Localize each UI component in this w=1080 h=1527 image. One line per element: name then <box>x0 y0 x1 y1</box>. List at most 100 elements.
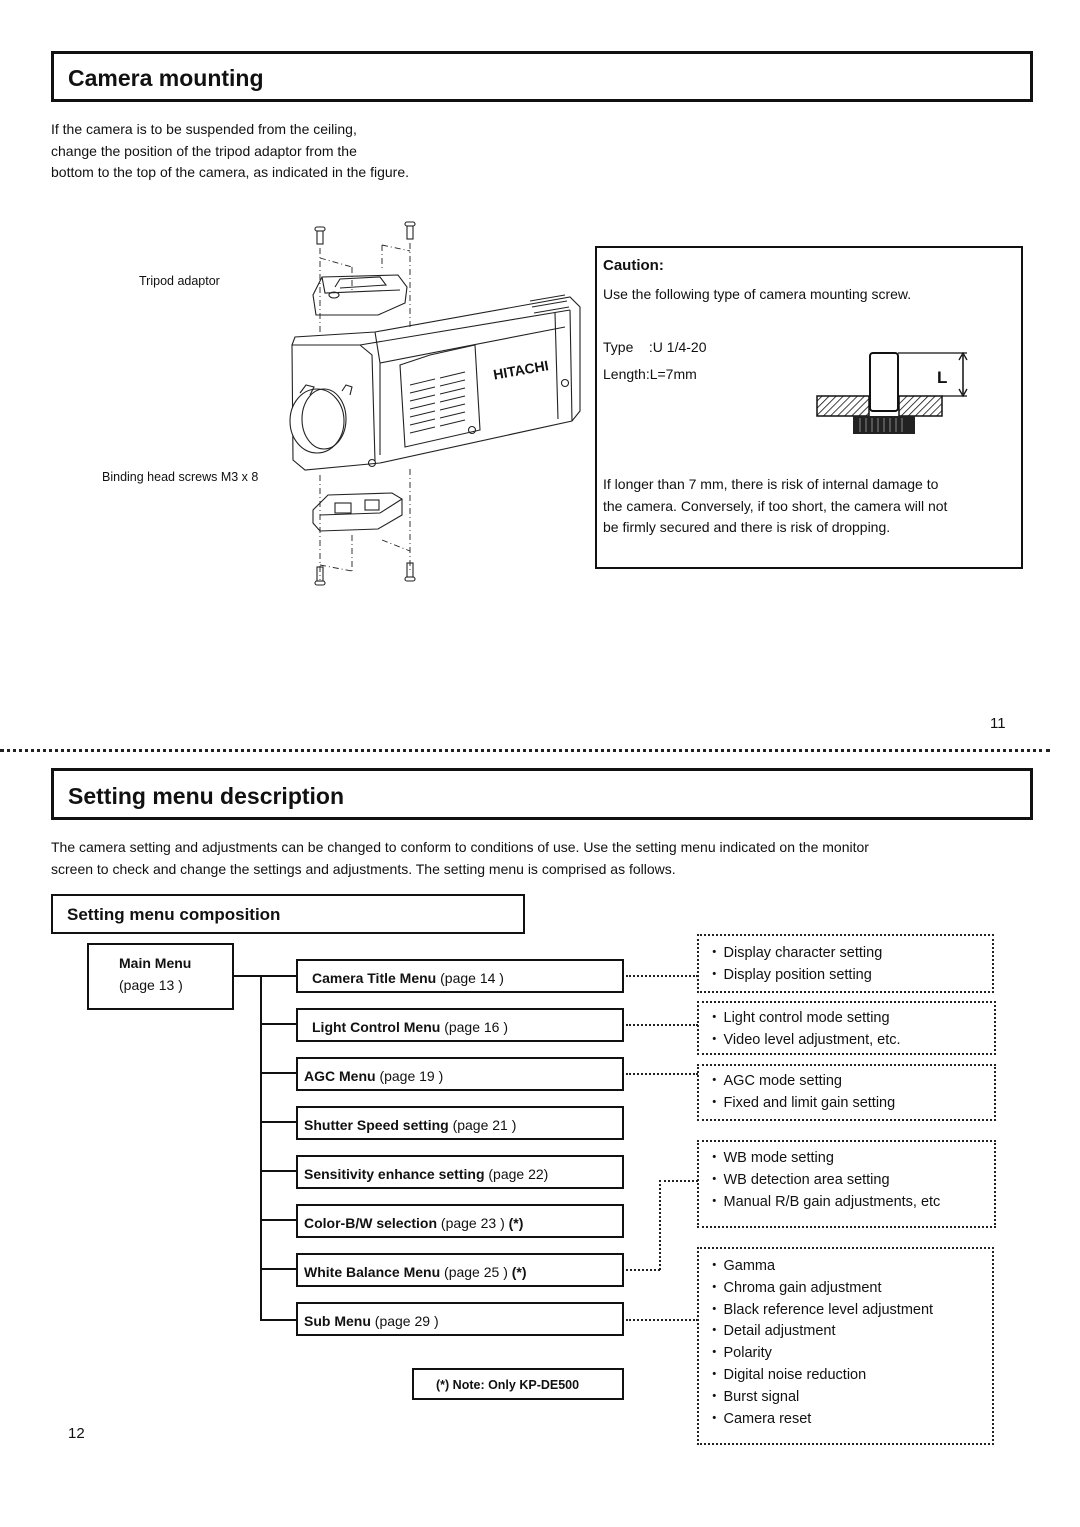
tree-connector <box>260 1072 296 1074</box>
page-number-12: 12 <box>68 1425 85 1442</box>
menu-page: (page 25 ) <box>440 1264 512 1280</box>
menu-sensitivity-enhance[interactable]: Sensitivity enhance setting (page 22) <box>296 1155 624 1189</box>
menu-name: White Balance Menu <box>304 1264 441 1280</box>
dotted-connector <box>626 1073 698 1075</box>
screw-icon <box>314 226 326 245</box>
menu-shutter-speed[interactable]: Shutter Speed setting (page 21 ) <box>296 1106 624 1140</box>
menu-name: Camera Title Menu <box>312 970 437 986</box>
model-note-box: (*) Note: Only KP-DE500 <box>412 1368 624 1400</box>
dotted-connector <box>626 1024 698 1026</box>
tree-connector <box>260 1023 296 1025</box>
description-item: Detail adjustment <box>707 1321 933 1343</box>
menu-color-bw[interactable]: Color-B/W selection (page 23 ) (*) <box>296 1204 624 1238</box>
dotted-connector <box>626 1269 660 1271</box>
description-item: Display position setting <box>707 965 882 987</box>
main-menu-page: (page 13 ) <box>119 977 183 993</box>
caution-box: Caution: Use the following type of camer… <box>595 246 1023 569</box>
tripod-adaptor-label: Tripod adaptor <box>139 274 220 288</box>
dotted-connector <box>626 1319 698 1321</box>
brand-logo: HITACHI <box>492 357 550 382</box>
menu-name: Sub Menu <box>304 1313 371 1329</box>
menu-page: (page 16 ) <box>440 1019 509 1035</box>
dotted-connector <box>626 975 698 977</box>
menu-name: Sensitivity enhance setting <box>304 1166 485 1182</box>
setting-menu-composition-title: Setting menu composition <box>67 905 281 924</box>
tree-connector <box>260 1121 296 1123</box>
description-item: Display character setting <box>707 943 883 965</box>
setting-menu-title-box: Setting menu description <box>51 768 1033 820</box>
menu-name: AGC Menu <box>304 1068 376 1084</box>
description-light-control: Light control mode setting Video level a… <box>697 1001 996 1055</box>
model-note-mark: (*) <box>508 1215 524 1231</box>
menu-page: (page 14 ) <box>436 970 504 986</box>
menu-name: Light Control Menu <box>312 1019 441 1035</box>
menu-white-balance[interactable]: White Balance Menu (page 25 ) (*) <box>296 1253 624 1287</box>
description-camera-title: Display character setting Display positi… <box>697 934 994 993</box>
description-item: Camera reset <box>707 1409 933 1431</box>
intro-line: The camera setting and adjustments can b… <box>51 839 869 855</box>
page-number-11: 11 <box>990 715 1006 732</box>
model-note: (*) Note: Only KP-DE500 <box>436 1378 580 1392</box>
screw-length: Length:L=7mm <box>603 366 697 382</box>
description-item: Chroma gain adjustment <box>707 1278 933 1300</box>
menu-name: Shutter Speed setting <box>304 1117 449 1133</box>
camera-mounting-illustration: HITACHI <box>289 221 581 586</box>
description-item: Video level adjustment, etc. <box>707 1030 901 1052</box>
menu-page: (page 23 ) <box>437 1215 509 1231</box>
menu-page: (page 22) <box>484 1166 549 1182</box>
menu-name: Color-B/W selection <box>304 1215 438 1231</box>
warning-line: be firmly secured and there is risk of d… <box>603 519 891 535</box>
model-note-mark: (*) <box>511 1264 527 1280</box>
dotted-connector <box>659 1180 661 1270</box>
description-item: Fixed and limit gain setting <box>707 1093 896 1115</box>
description-item: Burst signal <box>707 1387 933 1409</box>
intro-line: If the camera is to be suspended from th… <box>51 121 357 137</box>
description-item: AGC mode setting <box>707 1071 895 1093</box>
tripod-adaptor-top <box>312 274 408 316</box>
tree-connector <box>260 1268 296 1270</box>
main-menu-box[interactable]: Main Menu (page 13 ) <box>87 943 234 1010</box>
description-agc: AGC mode setting Fixed and limit gain se… <box>697 1064 996 1121</box>
tree-connector <box>260 1170 296 1172</box>
tree-connector <box>234 975 296 977</box>
intro-line: change the position of the tripod adapto… <box>51 142 357 159</box>
screw-icon <box>404 221 416 240</box>
menu-sub-menu[interactable]: Sub Menu (page 29 ) <box>296 1302 624 1336</box>
screw-type: Type :U 1/4-20 <box>603 339 707 355</box>
menu-light-control[interactable]: Light Control Menu (page 16 ) <box>296 1008 624 1042</box>
menu-agc[interactable]: AGC Menu (page 19 ) <box>296 1057 624 1091</box>
menu-page: (page 21 ) <box>448 1117 517 1133</box>
description-item: Black reference level adjustment <box>707 1300 934 1322</box>
description-item: Digital noise reduction <box>707 1365 933 1387</box>
menu-page: (page 29 ) <box>370 1313 439 1329</box>
description-item: Manual R/B gain adjustments, etc <box>707 1192 941 1214</box>
caution-title: Caution: <box>603 257 664 274</box>
main-menu-name: Main Menu <box>119 955 192 971</box>
dotted-connector <box>659 1180 698 1182</box>
description-item: Light control mode setting <box>707 1008 901 1030</box>
camera-body <box>289 294 581 471</box>
setting-menu-composition-box: Setting menu composition <box>51 894 525 934</box>
setting-menu-title: Setting menu description <box>68 783 345 809</box>
warning-line: the camera. Conversely, if too short, th… <box>603 497 948 514</box>
menu-page: (page 19 ) <box>375 1068 444 1084</box>
screw-dimension-diagram: L <box>816 351 968 434</box>
description-white-balance: WB mode setting WB detection area settin… <box>697 1140 996 1228</box>
description-item: WB detection area setting <box>707 1170 940 1192</box>
caution-line: Use the following type of camera mountin… <box>603 286 912 302</box>
description-sub-menu: Gamma Chroma gain adjustment Black refer… <box>697 1247 994 1445</box>
camera-mounting-title-box: Camera mounting <box>51 51 1033 102</box>
page-separator <box>0 749 1050 752</box>
dimension-l-label: L <box>937 368 947 387</box>
description-item: Gamma <box>707 1256 933 1278</box>
warning-line: If longer than 7 mm, there is risk of in… <box>603 476 939 492</box>
caution-warning: If longer than 7 mm, there is risk of in… <box>603 474 947 539</box>
camera-mounting-title: Camera mounting <box>68 65 264 91</box>
tree-connector <box>260 1319 296 1321</box>
menu-camera-title[interactable]: Camera Title Menu (page 14 ) <box>296 959 624 993</box>
tree-connector <box>260 1219 296 1221</box>
intro-line: screen to check and change the settings … <box>51 860 676 877</box>
camera-mounting-intro: If the camera is to be suspended from th… <box>51 119 409 184</box>
tripod-adaptor-bottom <box>312 492 403 532</box>
description-item: Polarity <box>707 1343 933 1365</box>
